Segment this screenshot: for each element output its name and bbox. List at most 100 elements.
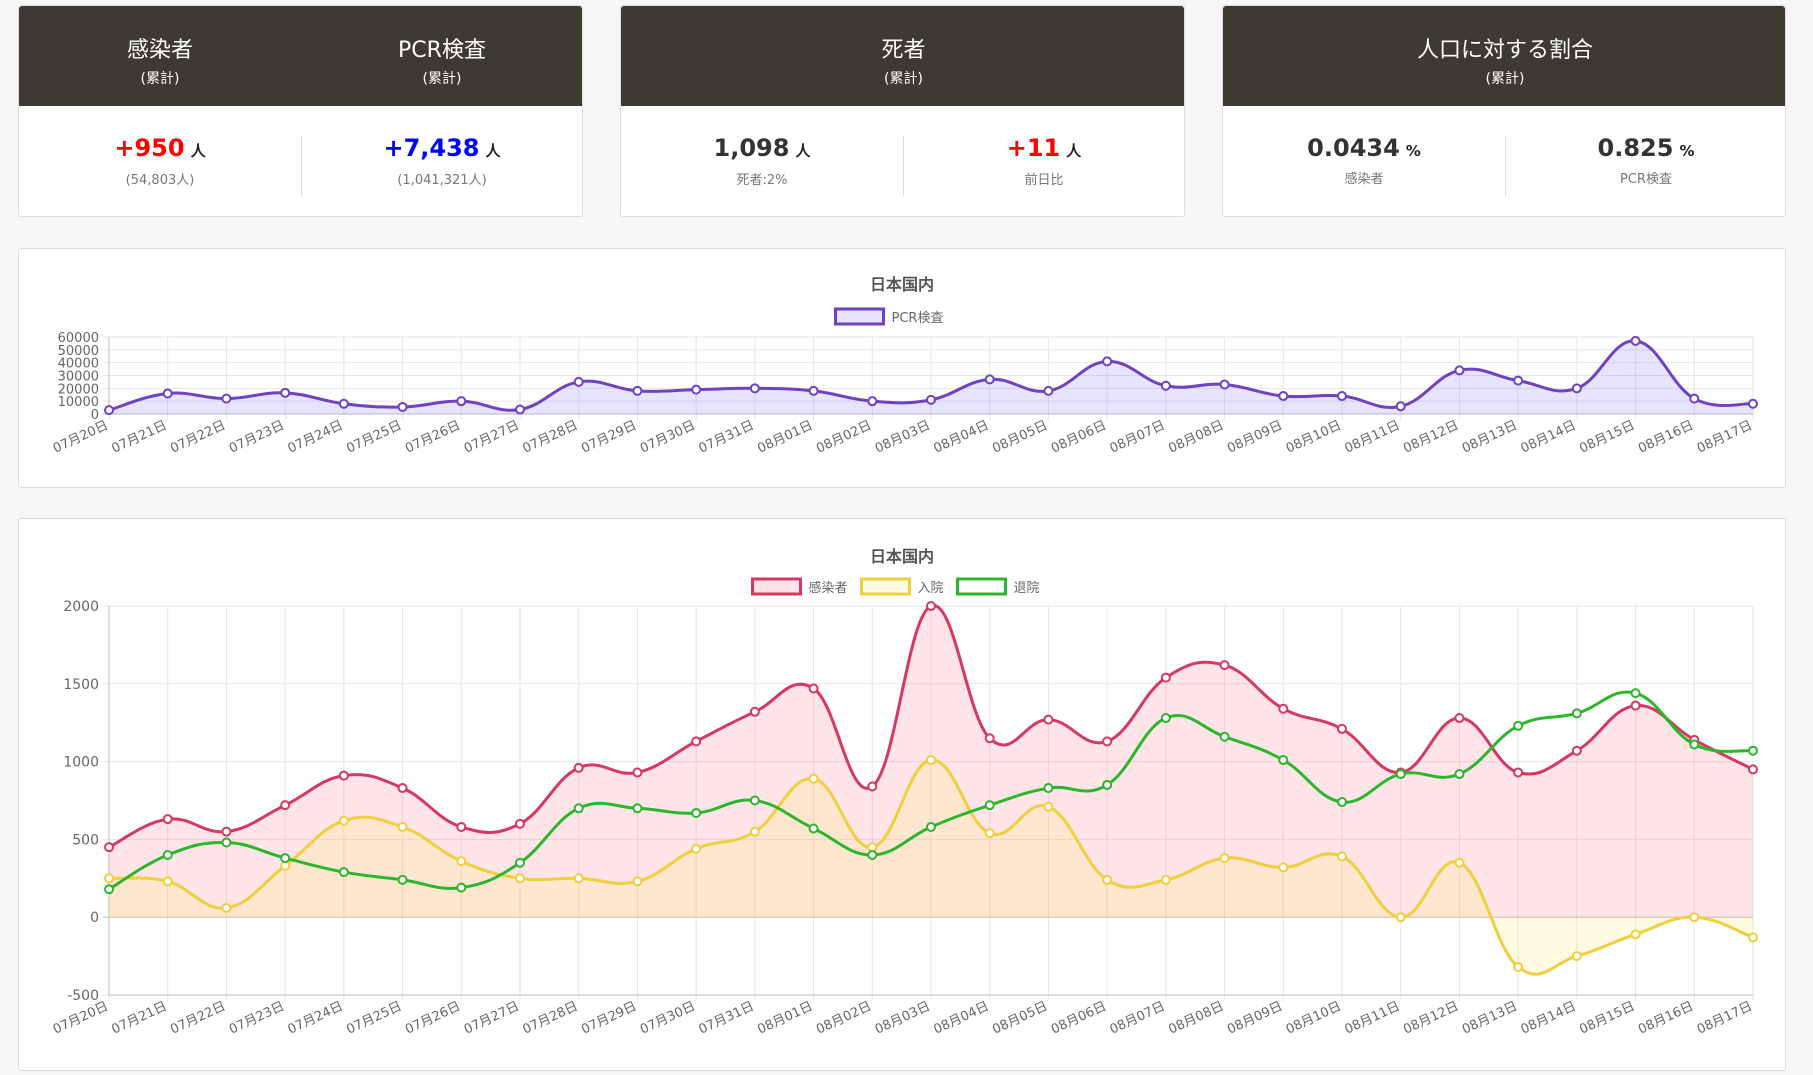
- data-point[interactable]: [691, 807, 702, 818]
- data-point[interactable]: [1513, 375, 1524, 386]
- data-point[interactable]: [1337, 851, 1347, 862]
- data-point[interactable]: [867, 849, 878, 860]
- data-point[interactable]: [1748, 932, 1758, 943]
- data-point[interactable]: [338, 867, 349, 878]
- data-point[interactable]: [1043, 714, 1054, 725]
- data-point[interactable]: [1513, 720, 1524, 731]
- data-point[interactable]: [1102, 779, 1113, 790]
- data-point[interactable]: [1102, 874, 1113, 885]
- data-point[interactable]: [397, 821, 408, 832]
- data-point[interactable]: [1219, 853, 1230, 864]
- data-point[interactable]: [1630, 929, 1641, 940]
- data-point[interactable]: [1571, 745, 1582, 756]
- data-point[interactable]: [1102, 356, 1113, 367]
- data-point[interactable]: [1630, 688, 1641, 699]
- data-point[interactable]: [338, 770, 349, 781]
- data-point[interactable]: [1454, 769, 1465, 780]
- data-point[interactable]: [1748, 764, 1758, 775]
- data-point[interactable]: [456, 396, 467, 407]
- data-point[interactable]: [104, 405, 114, 416]
- data-point[interactable]: [338, 398, 349, 409]
- data-point[interactable]: [632, 876, 643, 887]
- data-point[interactable]: [1160, 874, 1171, 885]
- data-point[interactable]: [691, 843, 702, 854]
- legend-item[interactable]: 入院: [860, 577, 944, 596]
- data-point[interactable]: [1748, 745, 1758, 756]
- data-point[interactable]: [926, 821, 936, 832]
- data-point[interactable]: [867, 396, 878, 407]
- data-point[interactable]: [104, 842, 114, 853]
- data-point[interactable]: [1513, 961, 1524, 972]
- data-point[interactable]: [162, 388, 173, 399]
- data-point[interactable]: [515, 857, 525, 868]
- data-point[interactable]: [1219, 379, 1230, 390]
- data-point[interactable]: [1160, 672, 1171, 683]
- data-point[interactable]: [1454, 857, 1465, 868]
- data-point[interactable]: [104, 884, 114, 895]
- legend-item[interactable]: 感染者: [751, 577, 848, 596]
- data-point[interactable]: [1689, 393, 1700, 404]
- data-point[interactable]: [1571, 951, 1582, 962]
- data-point[interactable]: [338, 815, 349, 826]
- data-point[interactable]: [632, 385, 643, 396]
- data-point[interactable]: [1337, 391, 1347, 402]
- data-point[interactable]: [1395, 401, 1406, 412]
- legend-item[interactable]: PCR検査: [834, 307, 944, 326]
- data-point[interactable]: [1219, 731, 1230, 742]
- data-point[interactable]: [926, 755, 936, 766]
- data-point[interactable]: [1513, 767, 1524, 778]
- data-point[interactable]: [221, 393, 232, 404]
- data-point[interactable]: [1689, 912, 1700, 923]
- data-point[interactable]: [1102, 736, 1113, 747]
- data-point[interactable]: [632, 803, 643, 814]
- data-point[interactable]: [573, 873, 584, 884]
- data-point[interactable]: [397, 874, 408, 885]
- data-point[interactable]: [1689, 739, 1700, 750]
- data-point[interactable]: [984, 828, 995, 839]
- data-point[interactable]: [162, 849, 173, 860]
- data-point[interactable]: [1454, 713, 1465, 724]
- data-point[interactable]: [456, 821, 467, 832]
- data-point[interactable]: [808, 683, 819, 694]
- data-point[interactable]: [280, 800, 291, 811]
- data-point[interactable]: [808, 823, 819, 834]
- data-point[interactable]: [1571, 708, 1582, 719]
- data-point[interactable]: [1395, 912, 1406, 923]
- data-point[interactable]: [573, 762, 584, 773]
- data-point[interactable]: [808, 773, 819, 784]
- data-point[interactable]: [1454, 365, 1465, 376]
- data-point[interactable]: [984, 800, 995, 811]
- data-point[interactable]: [162, 876, 173, 887]
- data-point[interactable]: [1571, 383, 1582, 394]
- data-point[interactable]: [397, 783, 408, 794]
- data-point[interactable]: [1278, 703, 1289, 714]
- data-point[interactable]: [1278, 862, 1289, 873]
- data-point[interactable]: [397, 401, 408, 412]
- data-point[interactable]: [515, 818, 525, 829]
- data-point[interactable]: [808, 385, 819, 396]
- data-point[interactable]: [867, 781, 878, 792]
- cases-line-chart[interactable]: 感染者 入院 退院-500050010001500200007月20日07月21日0…: [19, 519, 1787, 1072]
- data-point[interactable]: [749, 383, 760, 394]
- data-point[interactable]: [515, 404, 525, 415]
- data-point[interactable]: [749, 826, 760, 837]
- data-point[interactable]: [456, 856, 467, 867]
- data-point[interactable]: [749, 706, 760, 717]
- data-point[interactable]: [1043, 385, 1054, 396]
- data-point[interactable]: [221, 902, 232, 913]
- data-point[interactable]: [1748, 398, 1758, 409]
- data-point[interactable]: [162, 814, 173, 825]
- data-point[interactable]: [221, 837, 232, 848]
- legend-item[interactable]: 退院: [956, 577, 1040, 596]
- data-point[interactable]: [1395, 769, 1406, 780]
- data-point[interactable]: [926, 394, 936, 405]
- data-point[interactable]: [1160, 380, 1171, 391]
- data-point[interactable]: [1337, 723, 1347, 734]
- data-point[interactable]: [1160, 713, 1171, 724]
- data-point[interactable]: [1043, 801, 1054, 812]
- data-point[interactable]: [1043, 783, 1054, 794]
- data-point[interactable]: [984, 733, 995, 744]
- data-point[interactable]: [280, 853, 291, 864]
- data-point[interactable]: [1219, 660, 1230, 671]
- data-point[interactable]: [1278, 391, 1289, 402]
